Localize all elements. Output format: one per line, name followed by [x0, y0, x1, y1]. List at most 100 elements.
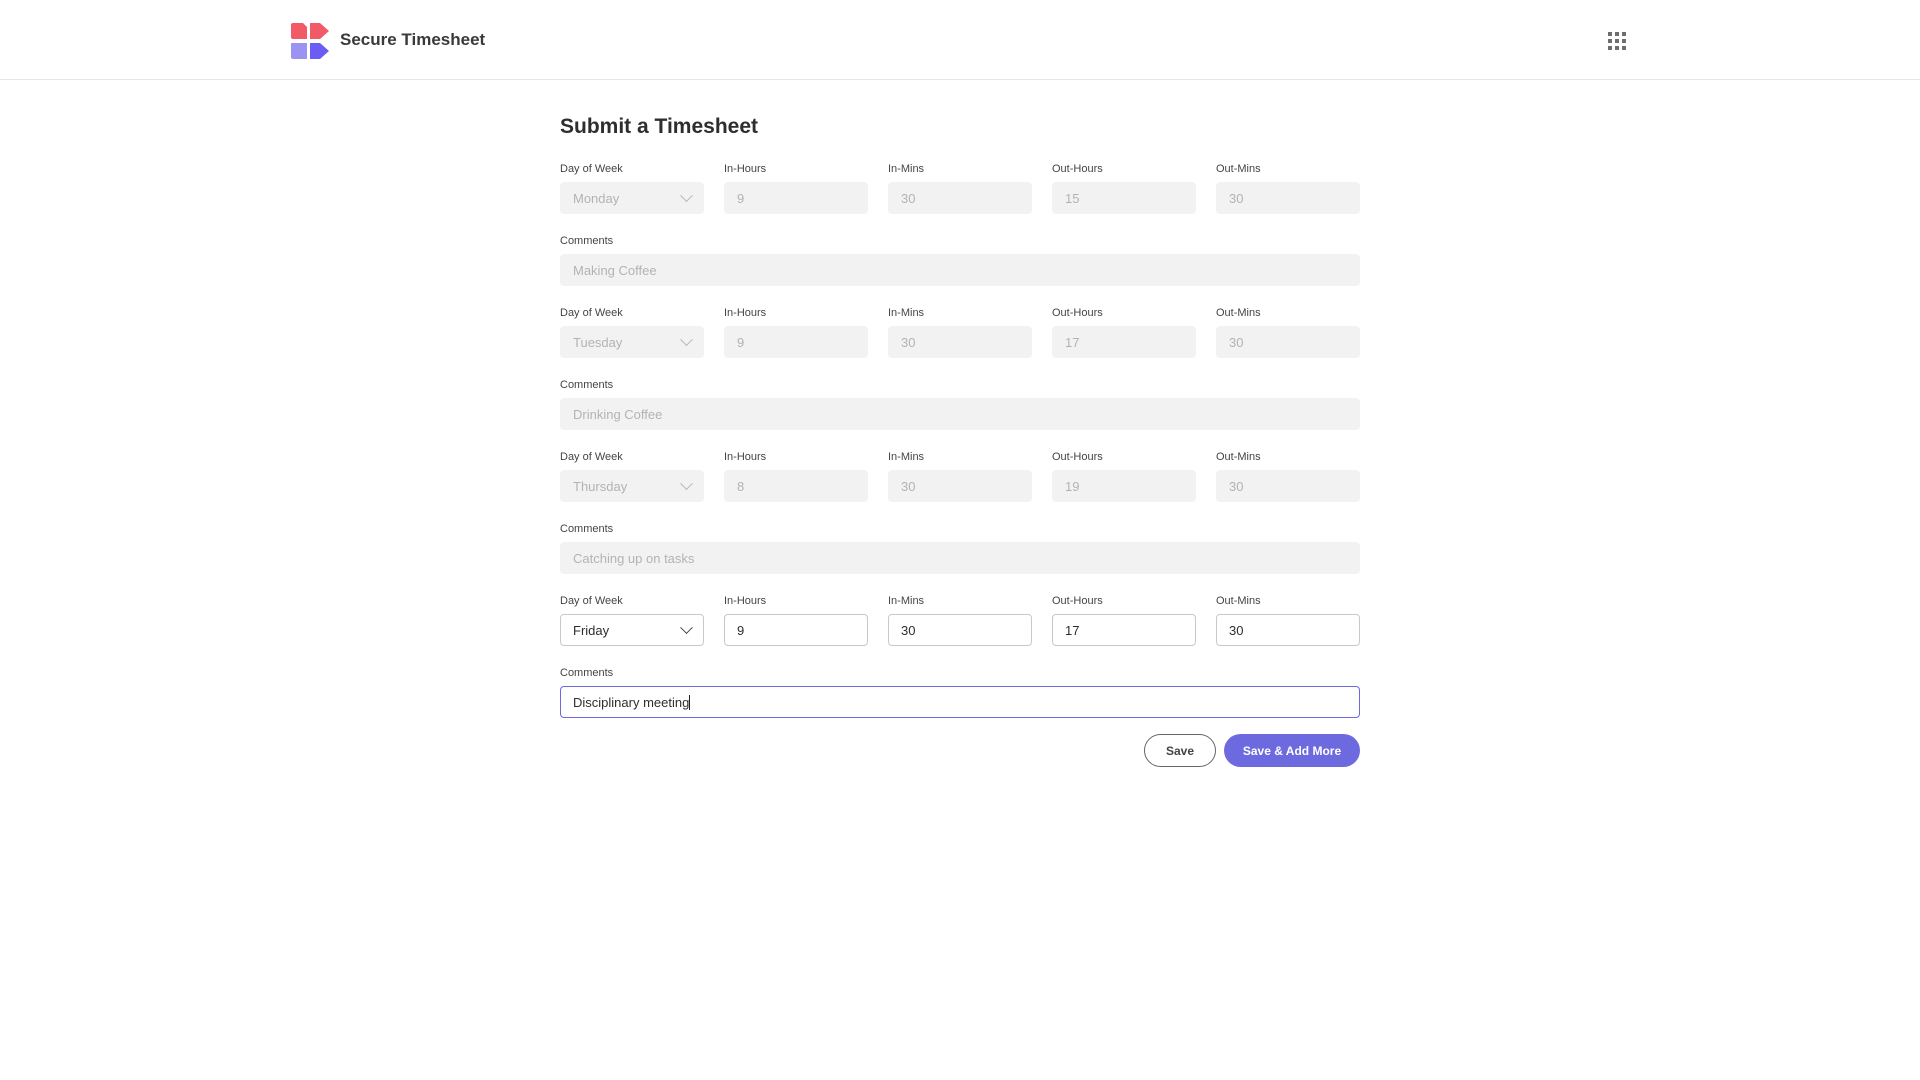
- out-mins-input[interactable]: 30: [1216, 470, 1360, 502]
- field-in_mins: In-Mins 30: [888, 594, 1032, 646]
- field-value: 30: [1229, 190, 1244, 206]
- field-value: 30: [901, 190, 916, 206]
- comments-field: Comments Disciplinary meeting: [560, 666, 1360, 718]
- comments-input[interactable]: Disciplinary meeting: [560, 686, 1360, 718]
- field-value: 17: [1065, 622, 1080, 638]
- day-of-week-select[interactable]: Friday: [560, 614, 704, 646]
- comments-input[interactable]: Making Coffee: [560, 254, 1360, 286]
- chevron-down-icon: [680, 332, 693, 346]
- field-label: Day of Week: [560, 163, 623, 175]
- in-mins-input[interactable]: 30: [888, 470, 1032, 502]
- field-label: Out-Hours: [1052, 163, 1103, 175]
- field-in_hours: In-Hours 8: [724, 450, 868, 502]
- out-hours-input[interactable]: 19: [1052, 470, 1196, 502]
- field-label: In-Hours: [724, 163, 767, 175]
- field-value: 30: [901, 622, 916, 638]
- save-and-add-more-button[interactable]: Save & Add More: [1224, 734, 1360, 767]
- field-in_hours: In-Hours 9: [724, 594, 868, 646]
- page-title: Submit a Timesheet: [560, 115, 759, 138]
- timesheet-form: Submit a Timesheet Day of Week Monday In-H…: [560, 112, 1360, 767]
- time-row: Day of Week Monday In-Hours 9 In-Mins 30 Out-H…: [560, 162, 1360, 214]
- field-label: Day of Week: [560, 307, 623, 319]
- field-value: Monday: [573, 190, 620, 206]
- field-value: Thursday: [573, 478, 628, 494]
- in-mins-input[interactable]: 30: [888, 614, 1032, 646]
- field-label: Out-Mins: [1216, 595, 1261, 607]
- field-value: 15: [1065, 190, 1080, 206]
- chevron-down-icon: [680, 188, 693, 202]
- chevron-down-icon: [680, 620, 693, 634]
- field-out_mins: Out-Mins 30: [1216, 450, 1360, 502]
- field-label: In-Mins: [888, 163, 925, 175]
- in-hours-input[interactable]: 8: [724, 470, 868, 502]
- out-hours-input[interactable]: 17: [1052, 326, 1196, 358]
- field-in_mins: In-Mins 30: [888, 162, 1032, 214]
- comments-input[interactable]: Drinking Coffee: [560, 398, 1360, 430]
- timesheet-entry: Day of Week Monday In-Hours 9 In-Mins 30 Out-H…: [560, 162, 1360, 286]
- field-value: 9: [737, 190, 745, 206]
- field-value: 9: [737, 622, 745, 638]
- comments-field: Comments Making Coffee: [560, 234, 1360, 286]
- field-out_mins: Out-Mins 30: [1216, 594, 1360, 646]
- in-hours-input[interactable]: 9: [724, 326, 868, 358]
- field-value: Friday: [573, 622, 610, 638]
- comments-field: Comments Drinking Coffee: [560, 378, 1360, 430]
- apps-grid-icon[interactable]: [1608, 32, 1626, 50]
- field-label: Out-Hours: [1052, 451, 1103, 463]
- field-label: Day of Week: [560, 451, 623, 463]
- day-of-week-select[interactable]: Tuesday: [560, 326, 704, 358]
- field-out_hours: Out-Hours 19: [1052, 450, 1196, 502]
- field-label: Out-Mins: [1216, 307, 1261, 319]
- comments-input[interactable]: Catching up on tasks: [560, 542, 1360, 574]
- time-row: Day of Week Friday In-Hours 9 In-Mins 30 Out-H…: [560, 594, 1360, 646]
- out-mins-input[interactable]: 30: [1216, 614, 1360, 646]
- field-value: 30: [901, 334, 916, 350]
- comments-field: Comments Catching up on tasks: [560, 522, 1360, 574]
- field-out_hours: Out-Hours 15: [1052, 162, 1196, 214]
- day-of-week-select[interactable]: Monday: [560, 182, 704, 214]
- app-title: Secure Timesheet: [340, 30, 486, 49]
- field-in_mins: In-Mins 30: [888, 450, 1032, 502]
- field-in_mins: In-Mins 30: [888, 306, 1032, 358]
- comments-label: Comments: [560, 667, 614, 679]
- out-hours-input[interactable]: 17: [1052, 614, 1196, 646]
- field-out_hours: Out-Hours 17: [1052, 594, 1196, 646]
- timesheet-entry: Day of Week Friday In-Hours 9 In-Mins 30 Out-H…: [560, 594, 1360, 718]
- time-row: Day of Week Tuesday In-Hours 9 In-Mins 30 Out-…: [560, 306, 1360, 358]
- field-value: 30: [1229, 622, 1244, 638]
- field-out_mins: Out-Mins 30: [1216, 162, 1360, 214]
- field-in_hours: In-Hours 9: [724, 306, 868, 358]
- field-value: 30: [1229, 478, 1244, 494]
- field-label: In-Hours: [724, 451, 767, 463]
- comments-value: Making Coffee: [573, 262, 657, 278]
- field-value: 30: [1229, 334, 1244, 350]
- field-value: Tuesday: [573, 334, 623, 350]
- timesheet-entry: Day of Week Tuesday In-Hours 9 In-Mins 30 Out-…: [560, 306, 1360, 430]
- field-value: 8: [737, 478, 745, 494]
- field-label: Out-Hours: [1052, 595, 1103, 607]
- field-label: Out-Hours: [1052, 307, 1103, 319]
- day-of-week-select[interactable]: Thursday: [560, 470, 704, 502]
- field-in_hours: In-Hours 9: [724, 162, 868, 214]
- save-button[interactable]: Save: [1144, 734, 1216, 767]
- comments-label: Comments: [560, 235, 614, 247]
- chevron-down-icon: [680, 476, 693, 490]
- field-label: In-Mins: [888, 595, 925, 607]
- field-day: Day of Week Tuesday: [560, 306, 704, 358]
- comments-value: Catching up on tasks: [573, 550, 695, 566]
- field-value: 30: [901, 478, 916, 494]
- field-value: 19: [1065, 478, 1080, 494]
- out-mins-input[interactable]: 30: [1216, 182, 1360, 214]
- in-hours-input[interactable]: 9: [724, 182, 868, 214]
- timesheet-entry: Day of Week Thursday In-Hours 8 In-Mins 30 Out…: [560, 450, 1360, 574]
- out-mins-input[interactable]: 30: [1216, 326, 1360, 358]
- field-value: 9: [737, 334, 745, 350]
- out-hours-input[interactable]: 15: [1052, 182, 1196, 214]
- in-mins-input[interactable]: 30: [888, 182, 1032, 214]
- field-out_mins: Out-Mins 30: [1216, 306, 1360, 358]
- in-mins-input[interactable]: 30: [888, 326, 1032, 358]
- in-hours-input[interactable]: 9: [724, 614, 868, 646]
- text-cursor: [689, 694, 691, 710]
- app-header: Secure Timesheet: [0, 0, 1920, 80]
- comments-label: Comments: [560, 379, 614, 391]
